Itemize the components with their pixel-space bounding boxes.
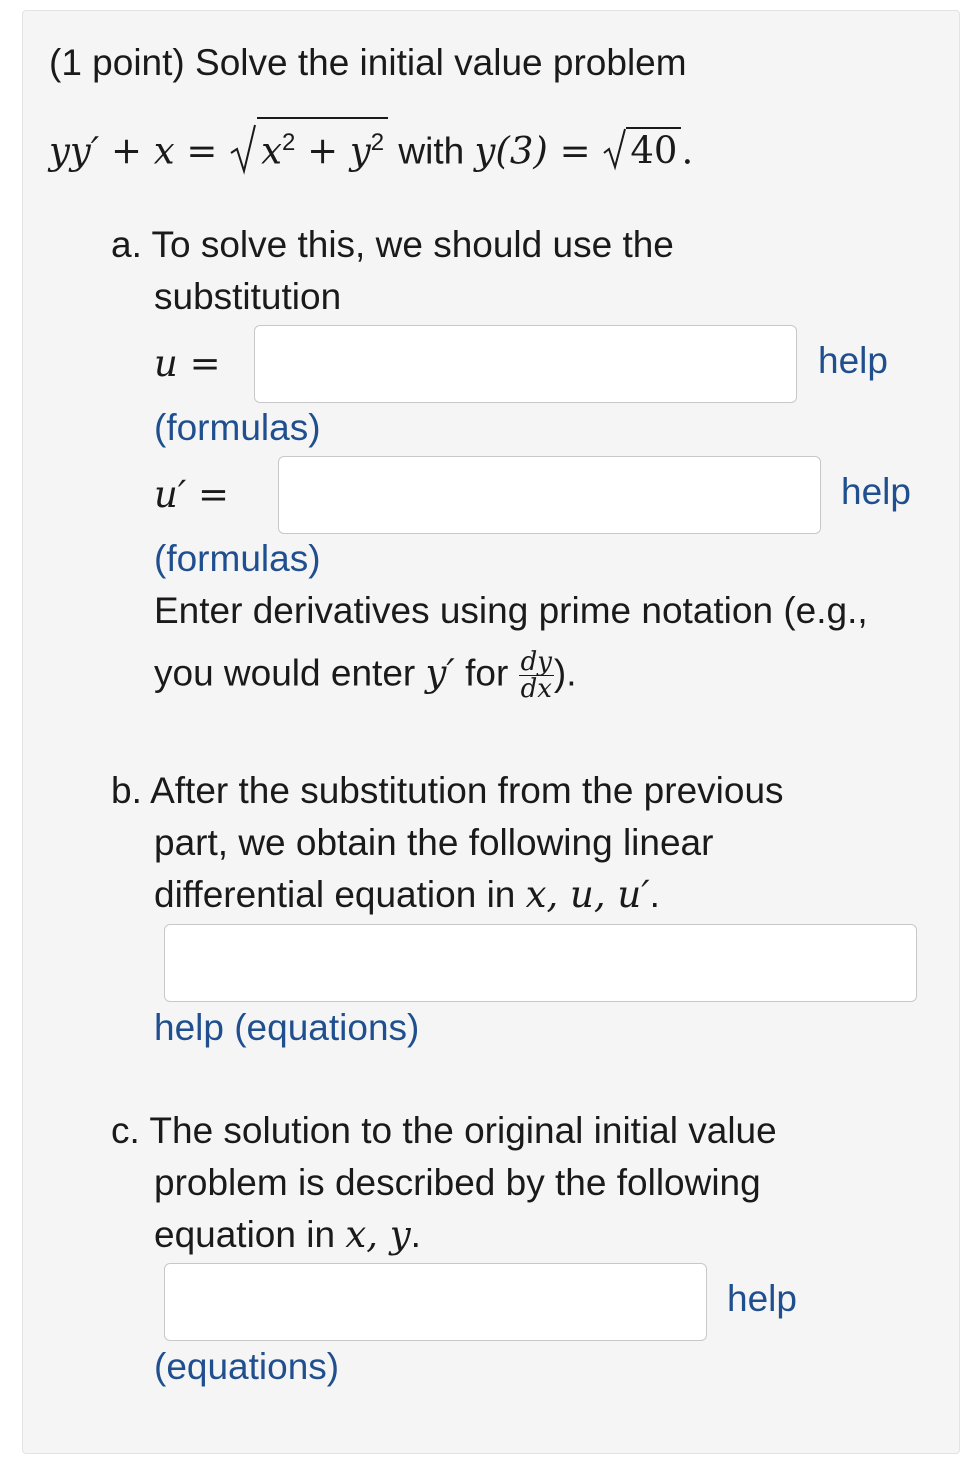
problem-container: (1 point) Solve the initial value proble… [22, 10, 960, 1454]
u-help-link[interactable]: help [818, 339, 888, 383]
exponent: 2 [370, 129, 385, 156]
part-b-prompt-cont: part, we obtain the following linear [154, 822, 714, 863]
problem-statement: (1 point) Solve the initial value proble… [49, 41, 687, 85]
part-c-period: . [410, 1214, 421, 1255]
linear-equation-input[interactable] [164, 924, 917, 1002]
formulas-link-1[interactable]: (formulas) [154, 406, 321, 450]
part-c-prompt-cont: problem is described by the following [154, 1162, 761, 1203]
formulas-link-2[interactable]: (formulas) [154, 537, 321, 581]
equation-lhs: yy′ + x = [49, 129, 230, 173]
note-end: ). [553, 652, 577, 694]
help-equations-link[interactable]: help (equations) [154, 1006, 419, 1050]
radicand-plus: + [295, 129, 350, 173]
equations-link[interactable]: (equations) [154, 1345, 339, 1389]
part-a-prompt-cont: substitution [154, 276, 342, 317]
dy-dx-fraction: dy dx [518, 647, 554, 704]
part-c-text: equation in [154, 1214, 346, 1255]
sqrt-expression: x2 + y2 [229, 117, 389, 176]
u-prime-label: u′ = [154, 473, 229, 516]
solution-equation-input[interactable] [164, 1263, 707, 1341]
part-b-period: . [649, 874, 660, 915]
u-prime-help-link[interactable]: help [841, 470, 911, 514]
solution-help-link[interactable]: help [727, 1277, 797, 1321]
frac-numerator: dy [518, 647, 554, 677]
exponent: 2 [282, 129, 296, 156]
sqrt-sign [603, 129, 627, 171]
initial-condition-lhs: y(3) = [474, 129, 603, 173]
u-answer-input[interactable] [254, 325, 797, 403]
radicand-y: y [349, 129, 371, 173]
note-for: for [454, 652, 519, 694]
problem-equation: yy′ + x = x2 + y2 with y(3) = 40. [49, 117, 694, 176]
part-c-variables: x, y [345, 1213, 411, 1256]
u-label: u = [154, 342, 221, 385]
period: . [681, 129, 694, 173]
part-b-variables: x, u, u′ [525, 873, 650, 916]
sqrt-value: 40 [626, 127, 682, 173]
sqrt-40: 40 [602, 127, 682, 173]
part-b-prompt: b. After the substitution from the previ… [111, 770, 784, 811]
part-b-prompt-vars: differential equation in x, u, u′. [154, 873, 660, 917]
with-text: with [388, 130, 475, 172]
radicand-x: x [261, 129, 282, 173]
note-text: you would enter [154, 652, 426, 694]
part-b-text: differential equation in [154, 874, 526, 915]
part-a-prompt: a. To solve this, we should use the [111, 224, 674, 265]
note-y-prime: y′ [425, 651, 455, 695]
u-prime-answer-input[interactable] [278, 456, 821, 534]
sqrt-sign [230, 125, 257, 176]
frac-denominator: dx [520, 674, 552, 704]
problem-points-text: (1 point) Solve the initial value proble… [49, 42, 687, 83]
part-c-prompt-vars: equation in x, y. [154, 1213, 421, 1257]
derivative-note: Enter derivatives using prime notation (… [154, 590, 868, 631]
part-c-prompt: c. The solution to the original initial … [111, 1110, 777, 1151]
derivative-note-cont: you would enter y′ for dy dx). [154, 649, 577, 702]
